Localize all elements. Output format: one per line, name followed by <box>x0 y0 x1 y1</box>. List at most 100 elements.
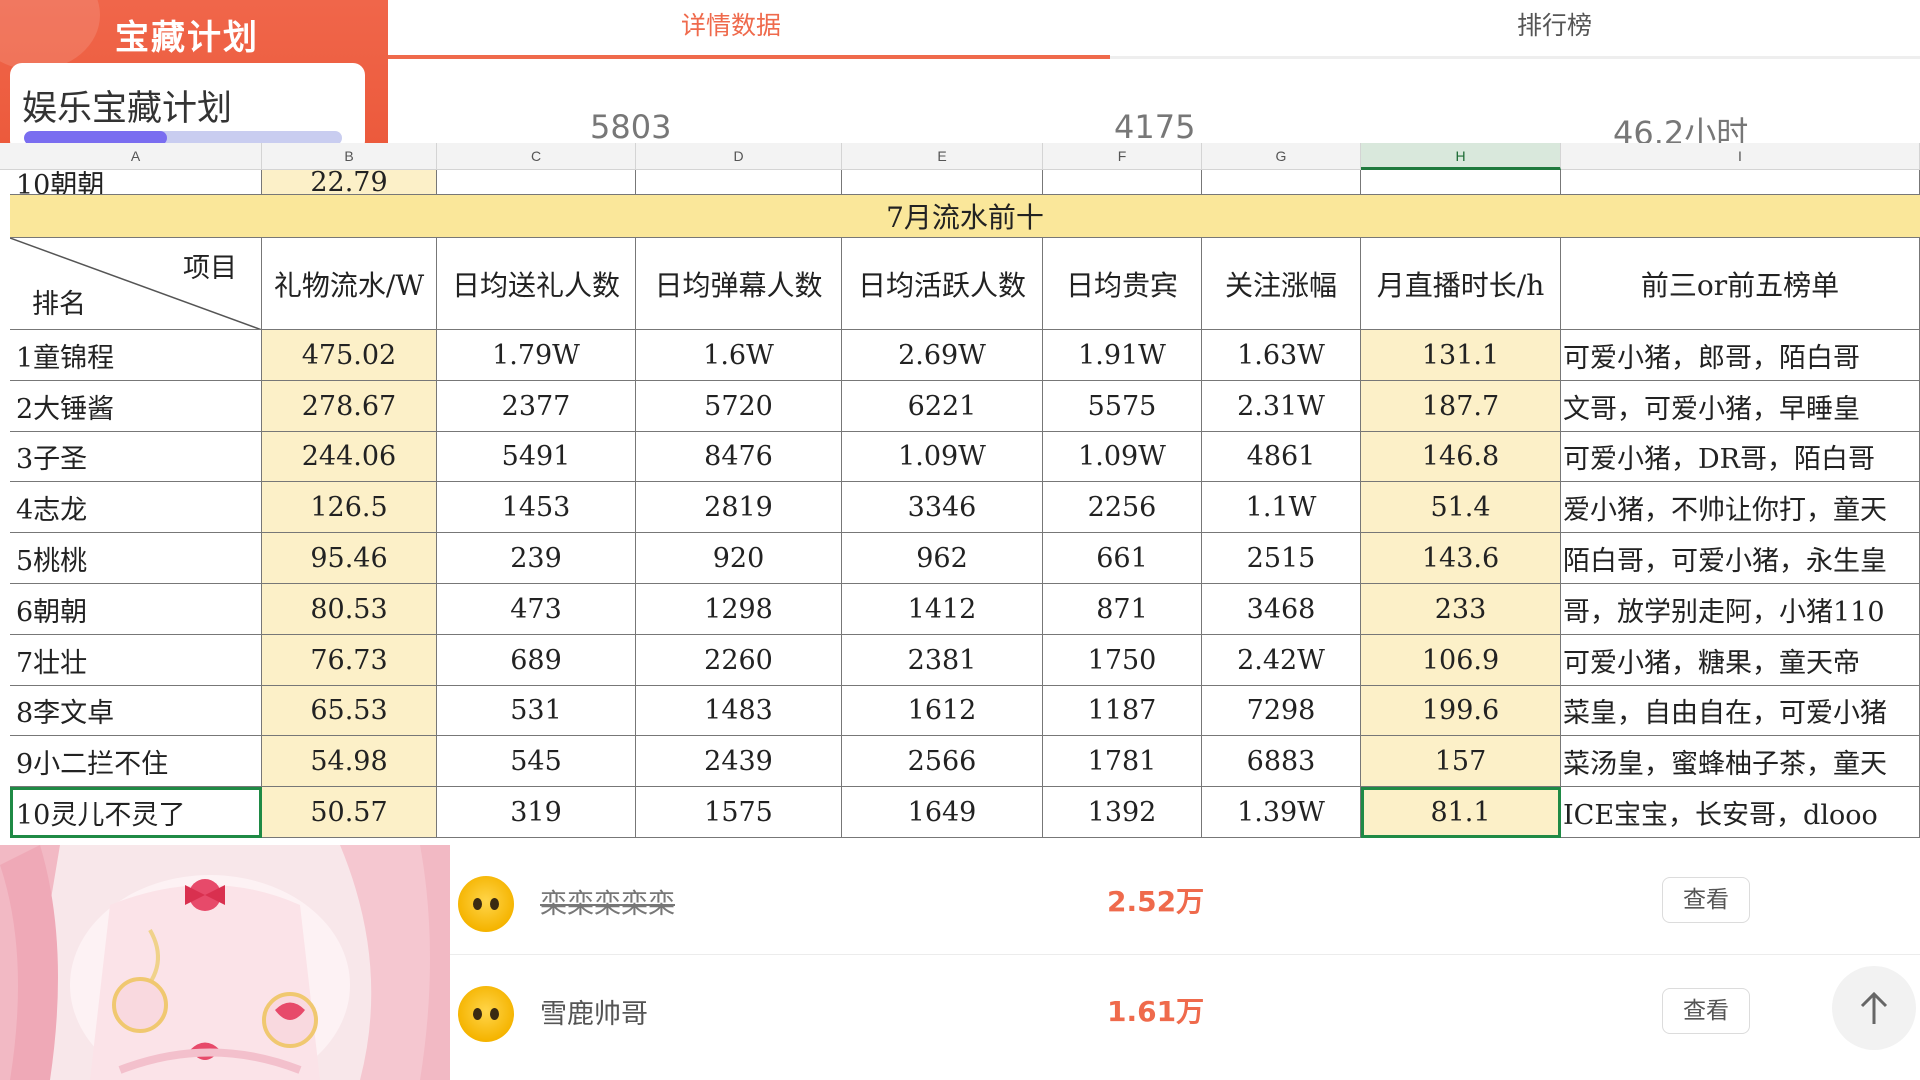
table-cell-empty[interactable] <box>842 170 1043 195</box>
table-cell[interactable]: 1.6W <box>636 330 842 381</box>
table-cell[interactable]: 菜皇，自由自在，可爱小猪 <box>1561 686 1920 736</box>
table-cell-empty[interactable] <box>1561 170 1920 195</box>
table-cell[interactable]: 50.57 <box>262 787 437 838</box>
table-header-cell[interactable]: 月直播时长/h <box>1361 238 1561 330</box>
rank-name-cell[interactable]: 7壮壮 <box>10 635 262 686</box>
table-cell[interactable]: 2566 <box>842 736 1043 787</box>
tab-details[interactable]: 详情数据 <box>681 6 781 42</box>
table-cell[interactable]: 146.8 <box>1361 432 1561 482</box>
table-cell[interactable]: 1392 <box>1043 787 1202 838</box>
table-cell[interactable]: 1412 <box>842 584 1043 635</box>
table-cell[interactable]: 3468 <box>1202 584 1361 635</box>
table-cell[interactable]: 871 <box>1043 584 1202 635</box>
table-cell[interactable]: 2.31W <box>1202 381 1361 432</box>
table-cell[interactable]: 1612 <box>842 686 1043 736</box>
table-cell[interactable]: 76.73 <box>262 635 437 686</box>
table-cell[interactable]: 2260 <box>636 635 842 686</box>
table-cell[interactable]: 473 <box>437 584 636 635</box>
column-header-i[interactable]: I <box>1561 143 1920 170</box>
table-cell[interactable]: 319 <box>437 787 636 838</box>
table-cell[interactable]: 157 <box>1361 736 1561 787</box>
table-cell[interactable]: 95.46 <box>262 533 437 584</box>
table-header-cell[interactable]: 日均弹幕人数 <box>636 238 842 330</box>
table-cell[interactable]: 1.79W <box>437 330 636 381</box>
table-header-cell[interactable]: 关注涨幅 <box>1202 238 1361 330</box>
table-cell[interactable]: 661 <box>1043 533 1202 584</box>
table-cell[interactable]: 1575 <box>636 787 842 838</box>
rank-name-cell[interactable]: 1童锦程 <box>10 330 262 381</box>
table-cell[interactable]: 5720 <box>636 381 842 432</box>
column-header-f[interactable]: F <box>1043 143 1202 170</box>
table-cell[interactable]: 51.4 <box>1361 482 1561 533</box>
table-cell[interactable]: 143.6 <box>1361 533 1561 584</box>
table-cell[interactable]: 1.63W <box>1202 330 1361 381</box>
table-cell[interactable]: 可爱小猪，糖果，童天帝 <box>1561 635 1920 686</box>
table-cell-empty[interactable] <box>1361 170 1561 195</box>
table-cell-empty[interactable] <box>437 170 636 195</box>
table-cell[interactable]: 545 <box>437 736 636 787</box>
table-cell[interactable]: 2819 <box>636 482 842 533</box>
table-cell[interactable]: 7298 <box>1202 686 1361 736</box>
table-header-cell[interactable]: 礼物流水/W <box>262 238 437 330</box>
table-cell[interactable]: 131.1 <box>1361 330 1561 381</box>
table-cell[interactable]: 2377 <box>437 381 636 432</box>
table-cell[interactable]: 1187 <box>1043 686 1202 736</box>
table-header-cell[interactable]: 前三or前五榜单 <box>1561 238 1920 330</box>
view-button[interactable]: 查看 <box>1662 988 1750 1034</box>
table-cell[interactable]: 1781 <box>1043 736 1202 787</box>
table-cell[interactable]: 1.09W <box>1043 432 1202 482</box>
table-cell[interactable]: 239 <box>437 533 636 584</box>
table-cell-empty[interactable] <box>636 170 842 195</box>
table-title[interactable]: 7月流水前十 <box>10 195 1920 238</box>
table-cell[interactable]: 8476 <box>636 432 842 482</box>
table-cell[interactable]: 80.53 <box>262 584 437 635</box>
column-header-g[interactable]: G <box>1202 143 1361 170</box>
rank-name-cell[interactable]: 2大锤酱 <box>10 381 262 432</box>
table-cell[interactable]: 106.9 <box>1361 635 1561 686</box>
tab-ranking[interactable]: 排行榜 <box>1517 6 1592 42</box>
table-cell[interactable]: 可爱小猪，DR哥，陌白哥 <box>1561 432 1920 482</box>
table-cell-empty[interactable] <box>1202 170 1361 195</box>
table-cell[interactable]: 1.09W <box>842 432 1043 482</box>
table-cell[interactable]: 278.67 <box>262 381 437 432</box>
view-button[interactable]: 查看 <box>1662 877 1750 923</box>
table-header-cell[interactable]: 日均送礼人数 <box>437 238 636 330</box>
table-cell[interactable]: 可爱小猪，郎哥，陌白哥 <box>1561 330 1920 381</box>
table-header-cell[interactable]: 日均贵宾 <box>1043 238 1202 330</box>
back-to-top-button[interactable] <box>1832 966 1916 1050</box>
table-cell[interactable]: ICE宝宝，长安哥，dlooo <box>1561 787 1920 838</box>
rank-name-cell[interactable]: 3子圣 <box>10 432 262 482</box>
column-header-d[interactable]: D <box>636 143 842 170</box>
table-cell[interactable]: 爱小猪，不帅让你打，童天 <box>1561 482 1920 533</box>
table-cell[interactable]: 233 <box>1361 584 1561 635</box>
table-cell[interactable]: 2515 <box>1202 533 1361 584</box>
table-cell[interactable]: 2256 <box>1043 482 1202 533</box>
column-header-a[interactable]: A <box>10 143 262 170</box>
table-cell[interactable]: 菜汤皇，蜜蜂柚子茶，童天 <box>1561 736 1920 787</box>
table-cell[interactable]: 3346 <box>842 482 1043 533</box>
column-header-h[interactable]: H <box>1361 143 1561 170</box>
table-cell[interactable]: 2.69W <box>842 330 1043 381</box>
table-cell-partial[interactable]: 10朝朝 <box>10 170 262 195</box>
table-cell[interactable]: 54.98 <box>262 736 437 787</box>
table-corner-header[interactable]: 项目 排名 <box>10 238 262 330</box>
column-header-b[interactable]: B <box>262 143 437 170</box>
rank-name-cell[interactable]: 9小二拦不住 <box>10 736 262 787</box>
table-cell[interactable]: 962 <box>842 533 1043 584</box>
table-cell[interactable]: 5491 <box>437 432 636 482</box>
table-cell[interactable]: 920 <box>636 533 842 584</box>
table-cell[interactable]: 陌白哥，可爱小猪，永生皇 <box>1561 533 1920 584</box>
table-cell[interactable]: 1649 <box>842 787 1043 838</box>
table-cell[interactable]: 199.6 <box>1361 686 1561 736</box>
table-cell[interactable]: 1.1W <box>1202 482 1361 533</box>
table-cell[interactable]: 126.5 <box>262 482 437 533</box>
plan-card[interactable]: 娱乐宝藏计划 <box>10 63 365 153</box>
table-cell[interactable]: 187.7 <box>1361 381 1561 432</box>
table-cell[interactable]: 2439 <box>636 736 842 787</box>
table-cell[interactable]: 244.06 <box>262 432 437 482</box>
rank-name-cell[interactable]: 4志龙 <box>10 482 262 533</box>
table-cell[interactable]: 2.42W <box>1202 635 1361 686</box>
table-cell[interactable]: 531 <box>437 686 636 736</box>
table-cell[interactable]: 81.1 <box>1361 787 1561 838</box>
table-cell[interactable]: 1.39W <box>1202 787 1361 838</box>
